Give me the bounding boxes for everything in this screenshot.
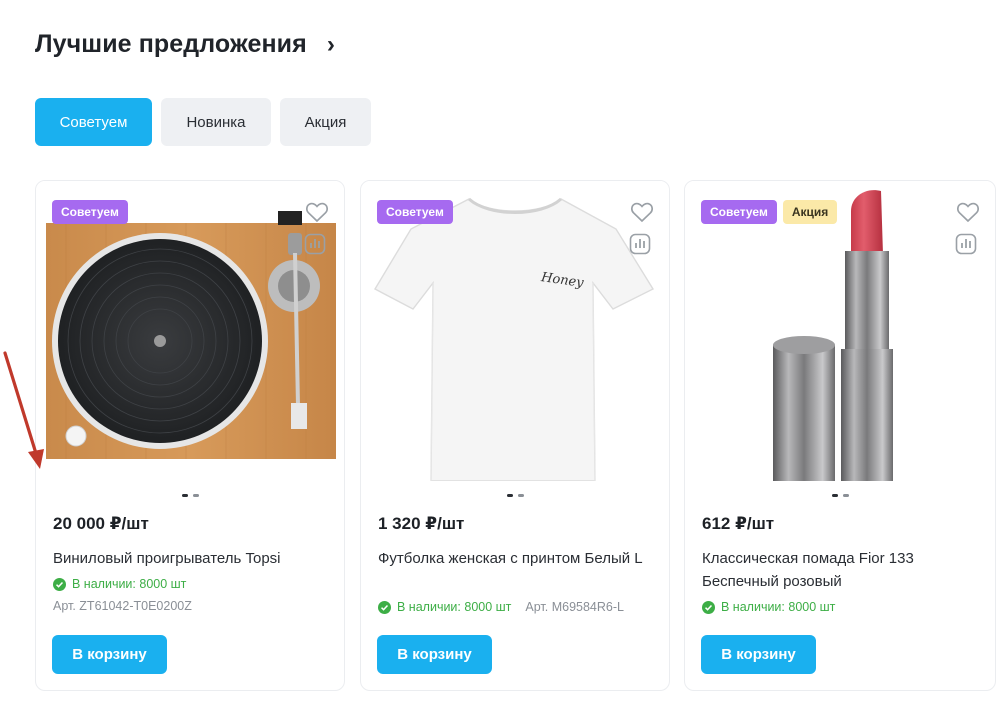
product-image[interactable] xyxy=(36,181,344,481)
stock-status: В наличии: 8000 шт xyxy=(702,600,835,614)
badge-recommended: Советуем xyxy=(701,200,777,224)
section-header: Лучшие предложения › xyxy=(35,30,335,59)
product-card[interactable]: Honey Советуем 1 320 ₽/шт Футболка женск… xyxy=(360,180,670,691)
stock-text: В наличии: 8000 шт xyxy=(72,577,187,591)
product-price: 1 320 ₽/шт xyxy=(378,514,465,533)
tab-recommended[interactable]: Советуем xyxy=(35,98,152,146)
check-circle-icon xyxy=(378,600,391,614)
product-name[interactable]: Футболка женская с принтом Белый L xyxy=(378,547,658,570)
badge-group: Советуем xyxy=(52,200,128,224)
tab-sale[interactable]: Акция xyxy=(280,98,371,146)
image-carousel-dots[interactable] xyxy=(361,494,669,497)
heart-icon[interactable] xyxy=(305,201,329,223)
carousel-dot[interactable] xyxy=(181,494,188,497)
add-to-cart-button[interactable]: В корзину xyxy=(377,635,492,674)
turntable-image xyxy=(36,181,344,481)
product-image[interactable] xyxy=(685,181,995,481)
stock-status: В наличии: 8000 шт xyxy=(53,577,186,591)
add-to-cart-button[interactable]: В корзину xyxy=(701,635,816,674)
tshirt-image xyxy=(361,181,669,482)
badge-recommended: Советуем xyxy=(377,200,453,224)
product-card[interactable]: Советуем 20 000 ₽/шт Виниловый проигрыва… xyxy=(35,180,345,691)
badge-recommended: Советуем xyxy=(52,200,128,224)
heart-icon[interactable] xyxy=(630,201,654,223)
badge-group: Советуем Акция xyxy=(701,200,838,224)
carousel-dot[interactable] xyxy=(192,494,199,497)
product-article: Арт. ZT61042-T0E0200Z xyxy=(53,599,192,613)
carousel-dot[interactable] xyxy=(517,494,524,497)
badge-sale: Акция xyxy=(782,200,838,224)
carousel-dot[interactable] xyxy=(842,494,849,497)
badge-group: Советуем xyxy=(377,200,453,224)
tab-new[interactable]: Новинка xyxy=(161,98,271,146)
chevron-right-icon[interactable]: › xyxy=(327,32,335,57)
compare-chart-icon[interactable] xyxy=(629,233,651,255)
check-circle-icon xyxy=(53,577,66,591)
product-price: 20 000 ₽/шт xyxy=(53,514,149,533)
carousel-dot[interactable] xyxy=(506,494,513,497)
image-carousel-dots[interactable] xyxy=(36,494,344,497)
heart-icon[interactable] xyxy=(956,201,980,223)
product-image[interactable] xyxy=(361,181,669,482)
check-circle-icon xyxy=(702,600,715,614)
filter-tabs: Советуем Новинка Акция xyxy=(35,98,371,146)
image-carousel-dots[interactable] xyxy=(685,494,995,497)
product-card[interactable]: Советуем Акция 612 ₽/шт Классическая пом… xyxy=(684,180,996,691)
stock-status: В наличии: 8000 шт Арт. M69584R6-L xyxy=(378,600,624,614)
lipstick-image xyxy=(685,181,995,481)
product-name[interactable]: Виниловый проигрыватель Topsi xyxy=(53,547,333,570)
stock-text: В наличии: 8000 шт xyxy=(721,600,836,614)
product-name[interactable]: Классическая помада Fior 133 Беспечный р… xyxy=(702,547,982,593)
annotation-arrow-icon xyxy=(3,351,44,469)
product-article: Арт. M69584R6-L xyxy=(525,600,624,614)
compare-chart-icon[interactable] xyxy=(304,233,326,255)
compare-chart-icon[interactable] xyxy=(955,233,977,255)
stock-text: В наличии: 8000 шт xyxy=(397,600,512,614)
product-price: 612 ₽/шт xyxy=(702,514,775,533)
add-to-cart-button[interactable]: В корзину xyxy=(52,635,167,674)
section-title: Лучшие предложения xyxy=(35,30,307,58)
carousel-dot[interactable] xyxy=(831,494,838,497)
